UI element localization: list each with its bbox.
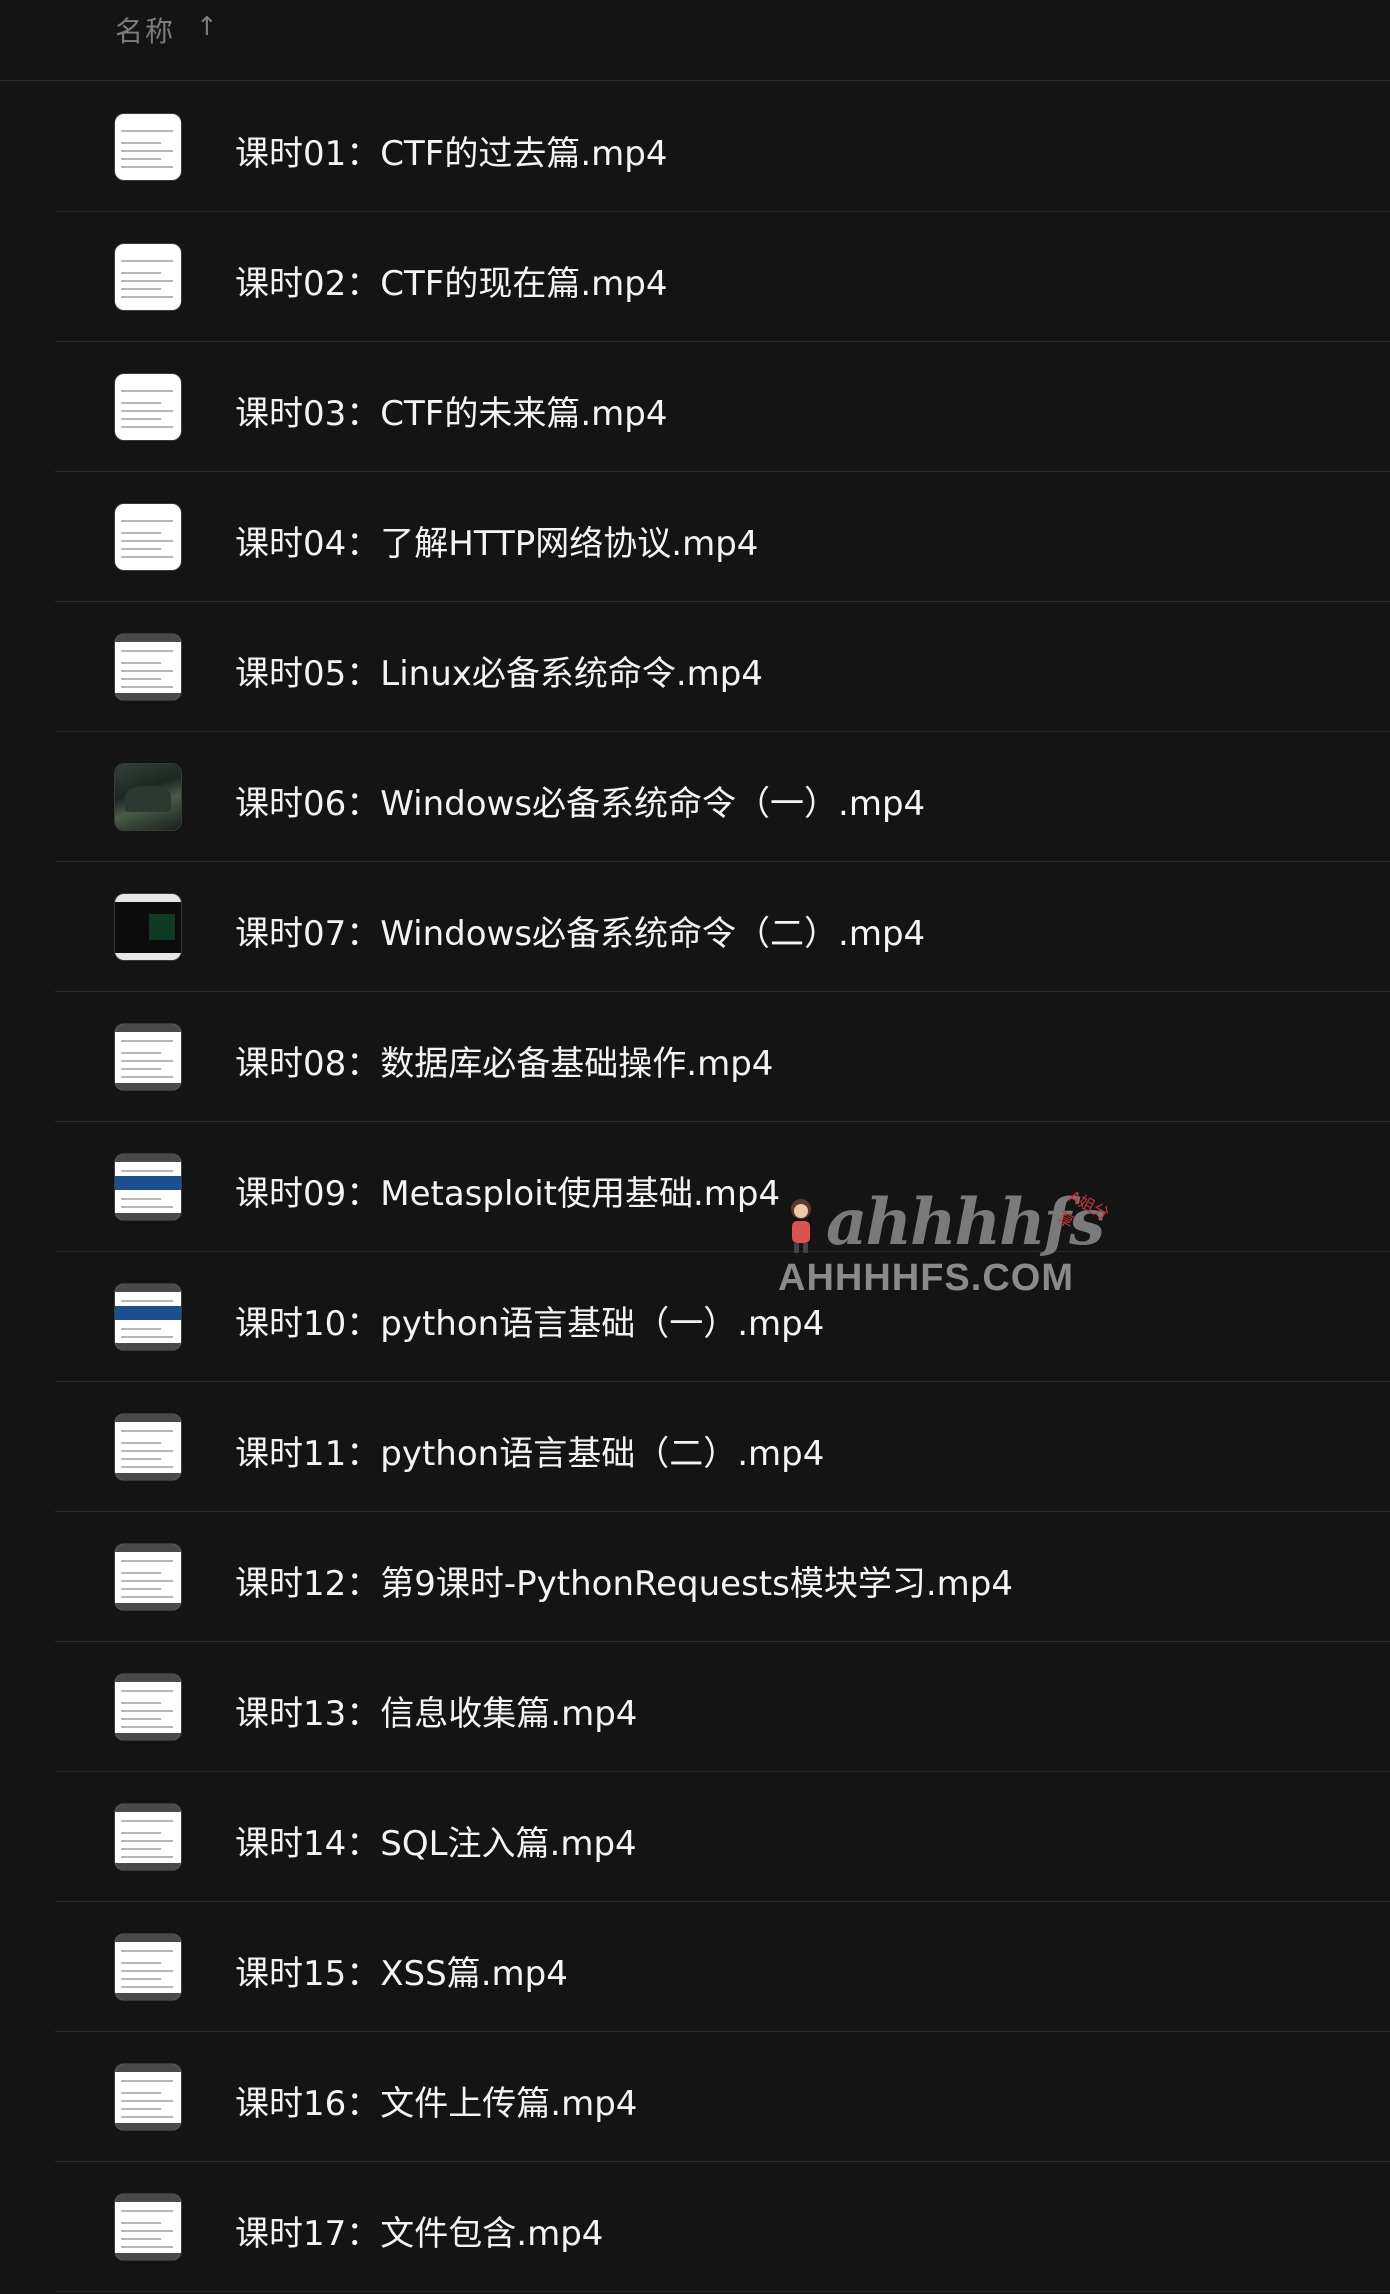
list-header: 名称 ↑ [0, 0, 1390, 81]
file-row[interactable]: 课时12：第9课时-PythonRequests模块学习.mp4 [55, 1512, 1390, 1642]
video-thumbnail [115, 1804, 181, 1870]
video-thumbnail [115, 504, 181, 570]
video-thumbnail [115, 114, 181, 180]
file-name: 课时04：了解HTTP网络协议.mp4 [235, 524, 759, 564]
video-thumbnail [115, 1934, 181, 2000]
video-thumbnail [115, 244, 181, 310]
video-thumbnail [115, 634, 181, 700]
name-column-header[interactable]: 名称 [115, 10, 175, 50]
file-row[interactable]: 课时16：文件上传篇.mp4 [55, 2032, 1390, 2162]
file-name: 课时01：CTF的过去篇.mp4 [235, 134, 668, 174]
file-name: 课时09：Metasploit使用基础.mp4 [235, 1174, 781, 1214]
file-name: 课时03：CTF的未来篇.mp4 [235, 394, 668, 434]
file-row[interactable]: 课时09：Metasploit使用基础.mp4 [55, 1122, 1390, 1252]
file-name: 课时15：XSS篇.mp4 [235, 1954, 568, 1994]
file-name: 课时13：信息收集篇.mp4 [235, 1694, 638, 1734]
video-thumbnail [115, 2194, 181, 2260]
file-row[interactable]: 课时15：XSS篇.mp4 [55, 1902, 1390, 2032]
file-name: 课时07：Windows必备系统命令（二）.mp4 [235, 914, 926, 954]
arrow-up-icon[interactable]: ↑ [196, 12, 218, 42]
file-row[interactable]: 课时06：Windows必备系统命令（一）.mp4 [55, 732, 1390, 862]
file-row[interactable]: 课时03：CTF的未来篇.mp4 [55, 342, 1390, 472]
file-row[interactable]: 课时11：python语言基础（二）.mp4 [55, 1382, 1390, 1512]
file-name: 课时02：CTF的现在篇.mp4 [235, 264, 668, 304]
file-row[interactable]: 课时13：信息收集篇.mp4 [55, 1642, 1390, 1772]
file-name: 课时10：python语言基础（一）.mp4 [235, 1304, 825, 1344]
file-name: 课时14：SQL注入篇.mp4 [235, 1824, 637, 1864]
video-thumbnail [115, 1414, 181, 1480]
file-name: 课时08：数据库必备基础操作.mp4 [235, 1044, 774, 1084]
file-row[interactable]: 课时01：CTF的过去篇.mp4 [55, 82, 1390, 212]
video-thumbnail [115, 374, 181, 440]
file-row[interactable]: 课时04：了解HTTP网络协议.mp4 [55, 472, 1390, 602]
file-name: 课时11：python语言基础（二）.mp4 [235, 1434, 825, 1474]
file-row[interactable]: 课时07：Windows必备系统命令（二）.mp4 [55, 862, 1390, 992]
file-name: 课时12：第9课时-PythonRequests模块学习.mp4 [235, 1564, 1013, 1604]
video-thumbnail [115, 764, 181, 830]
file-name: 课时17：文件包含.mp4 [235, 2214, 604, 2254]
file-name: 课时06：Windows必备系统命令（一）.mp4 [235, 784, 926, 824]
video-thumbnail [115, 1674, 181, 1740]
file-row[interactable]: 课时14：SQL注入篇.mp4 [55, 1772, 1390, 1902]
file-row[interactable]: 课时08：数据库必备基础操作.mp4 [55, 992, 1390, 1122]
video-thumbnail [115, 894, 181, 960]
video-thumbnail [115, 1154, 181, 1220]
file-name: 课时05：Linux必备系统命令.mp4 [235, 654, 764, 694]
video-thumbnail [115, 1024, 181, 1090]
video-thumbnail [115, 1284, 181, 1350]
file-row[interactable]: 课时05：Linux必备系统命令.mp4 [55, 602, 1390, 732]
file-name: 课时16：文件上传篇.mp4 [235, 2084, 638, 2124]
file-row[interactable]: 课时17：文件包含.mp4 [55, 2162, 1390, 2292]
file-row[interactable]: 课时10：python语言基础（一）.mp4 [55, 1252, 1390, 1382]
video-thumbnail [115, 1544, 181, 1610]
video-thumbnail [115, 2064, 181, 2130]
file-row[interactable]: 课时02：CTF的现在篇.mp4 [55, 212, 1390, 342]
